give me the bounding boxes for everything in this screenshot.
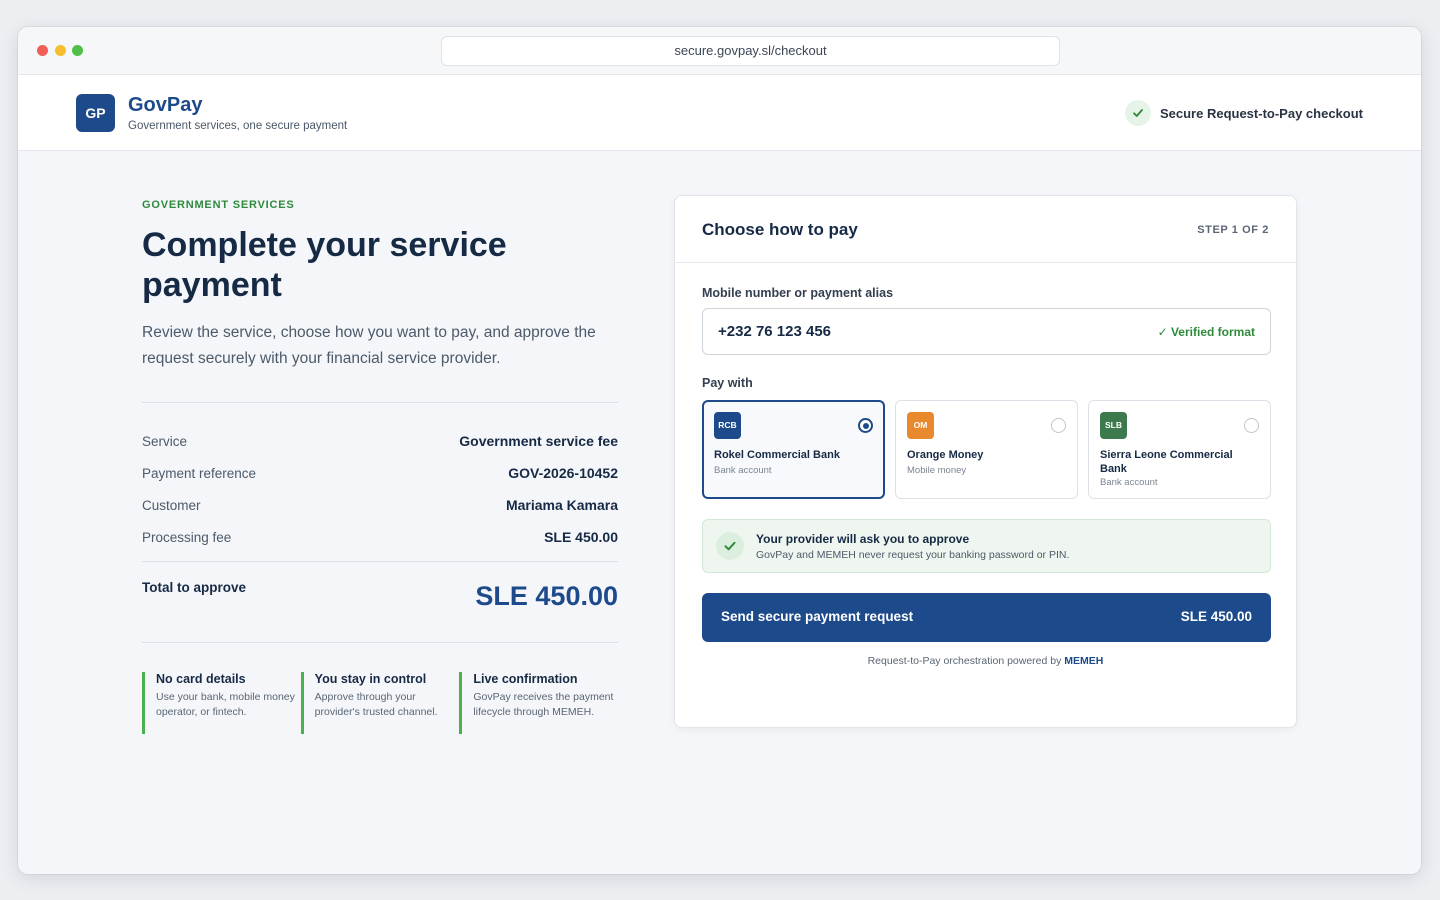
button-amount: SLE 450.00 [1180, 609, 1252, 624]
page-description: Review the service, choose how you want … [142, 324, 596, 367]
feature-title: No card details [156, 672, 246, 686]
close-window-button[interactable] [37, 45, 48, 56]
radio-selected-icon[interactable] [858, 418, 873, 433]
feature-title: Live confirmation [473, 672, 578, 686]
browser-window: secure.govpay.sl/checkout GP GovPay Gove… [18, 27, 1421, 874]
page-title: Complete your service payment [142, 226, 507, 304]
secure-checkout-label: Secure Request-to-Pay checkout [1159, 105, 1363, 121]
provider-name: Sierra Leone Commercial Bank [1100, 449, 1233, 475]
total-label: Total to approve [142, 580, 247, 595]
card-header: Choose how to pay STEP 1 OF 2 [675, 196, 1296, 263]
powered-by-text: Request-to-Pay orchestration powered by [867, 655, 1062, 667]
provider-type: Bank account [714, 465, 772, 476]
service-summary-section: GOVERNMENT SERVICES Complete your servic… [142, 199, 618, 734]
pay-with-label: Pay with [702, 376, 753, 390]
mobile-money-logo-icon: OM [907, 412, 934, 439]
summary-label: Service [142, 433, 188, 449]
notice-title: Your provider will ask you to approve [756, 532, 970, 546]
divider [142, 402, 618, 403]
feature-description: Use your bank, mobile money operator, or… [156, 691, 295, 718]
step-indicator: STEP 1 OF 2 [1197, 224, 1269, 236]
summary-label: Processing fee [142, 529, 232, 545]
radio-unselected-icon[interactable] [1244, 418, 1259, 433]
memeh-link[interactable]: MEMEH [1064, 655, 1103, 667]
total-row: Total to approve SLE 450.00 [142, 562, 618, 642]
provider-name: Orange Money [907, 449, 984, 461]
feature-item: You stay in control Approve through your… [300, 672, 460, 734]
provider-name: Rokel Commercial Bank [714, 449, 840, 461]
summary-row: Processing fee SLE 450.00 [142, 521, 618, 553]
divider [142, 642, 618, 643]
summary-label: Payment reference [142, 465, 257, 481]
check-icon [1124, 100, 1151, 126]
payment-summary: Service Government service fee Payment r… [142, 402, 618, 643]
feature-item: Live confirmation GovPay receives the pa… [459, 672, 618, 734]
notice-description: GovPay and MEMEH never request your bank… [756, 549, 1070, 561]
feature-list: No card details Use your bank, mobile mo… [142, 672, 618, 734]
site-header: GP GovPay Government services, one secur… [18, 75, 1421, 151]
provider-option-orange-money[interactable]: OM Orange Money Mobile money [895, 400, 1078, 499]
radio-unselected-icon[interactable] [1051, 418, 1066, 433]
section-eyebrow: GOVERNMENT SERVICES [142, 199, 295, 211]
secure-checkout-indicator: Secure Request-to-Pay checkout [1124, 100, 1363, 126]
feature-item: No card details Use your bank, mobile mo… [142, 672, 301, 734]
summary-label: Customer [142, 497, 201, 513]
minimize-window-button[interactable] [55, 45, 66, 56]
send-payment-request-button[interactable]: Send secure payment request SLE 450.00 [702, 593, 1271, 642]
alias-input-value[interactable]: +232 76 123 456 [718, 323, 831, 340]
provider-type: Mobile money [907, 465, 967, 476]
provider-options: RCB Rokel Commercial Bank Bank account O… [702, 400, 1271, 499]
provider-type: Bank account [1100, 477, 1158, 488]
verified-format-status: ✓ Verified format [1157, 325, 1255, 339]
feature-description: Approve through your provider's trusted … [314, 691, 438, 718]
brand-name: GovPay [128, 94, 203, 116]
alias-input[interactable]: +232 76 123 456 ✓ Verified format [702, 308, 1271, 355]
payment-card: Choose how to pay STEP 1 OF 2 Mobile num… [674, 195, 1297, 728]
summary-value: Mariama Kamara [505, 497, 618, 513]
maximize-window-button[interactable] [72, 45, 83, 56]
card-title: Choose how to pay [702, 220, 858, 239]
browser-chrome: secure.govpay.sl/checkout [18, 27, 1421, 75]
feature-title: You stay in control [314, 672, 427, 686]
govpay-logo[interactable]: GP [76, 94, 115, 132]
bank-logo-icon: SLB [1100, 412, 1127, 439]
brand-tagline: Government services, one secure payment [128, 120, 348, 132]
feature-description: GovPay receives the payment lifecycle th… [473, 691, 614, 718]
summary-row: Customer Mariama Kamara [142, 489, 618, 521]
provider-option-rokel[interactable]: RCB Rokel Commercial Bank Bank account [702, 400, 885, 499]
bank-logo-icon: RCB [714, 412, 741, 439]
address-bar[interactable]: secure.govpay.sl/checkout [441, 36, 1060, 66]
summary-value: Government service fee [459, 433, 618, 449]
total-amount: SLE 450.00 [475, 581, 618, 611]
summary-value: GOV-2026-10452 [508, 465, 618, 481]
summary-value: SLE 450.00 [544, 529, 618, 545]
provider-option-slcb[interactable]: SLB Sierra Leone Commercial Bank Bank ac… [1088, 400, 1271, 499]
summary-row: Service Government service fee [142, 425, 618, 457]
alias-field-label: Mobile number or payment alias [702, 286, 894, 300]
summary-row: Payment reference GOV-2026-10452 [142, 457, 618, 489]
button-label: Send secure payment request [721, 609, 914, 624]
approval-notice: Your provider will ask you to approve Go… [702, 519, 1271, 573]
powered-by-footer: Request-to-Pay orchestration powered by … [675, 655, 1296, 667]
check-icon [716, 532, 744, 560]
